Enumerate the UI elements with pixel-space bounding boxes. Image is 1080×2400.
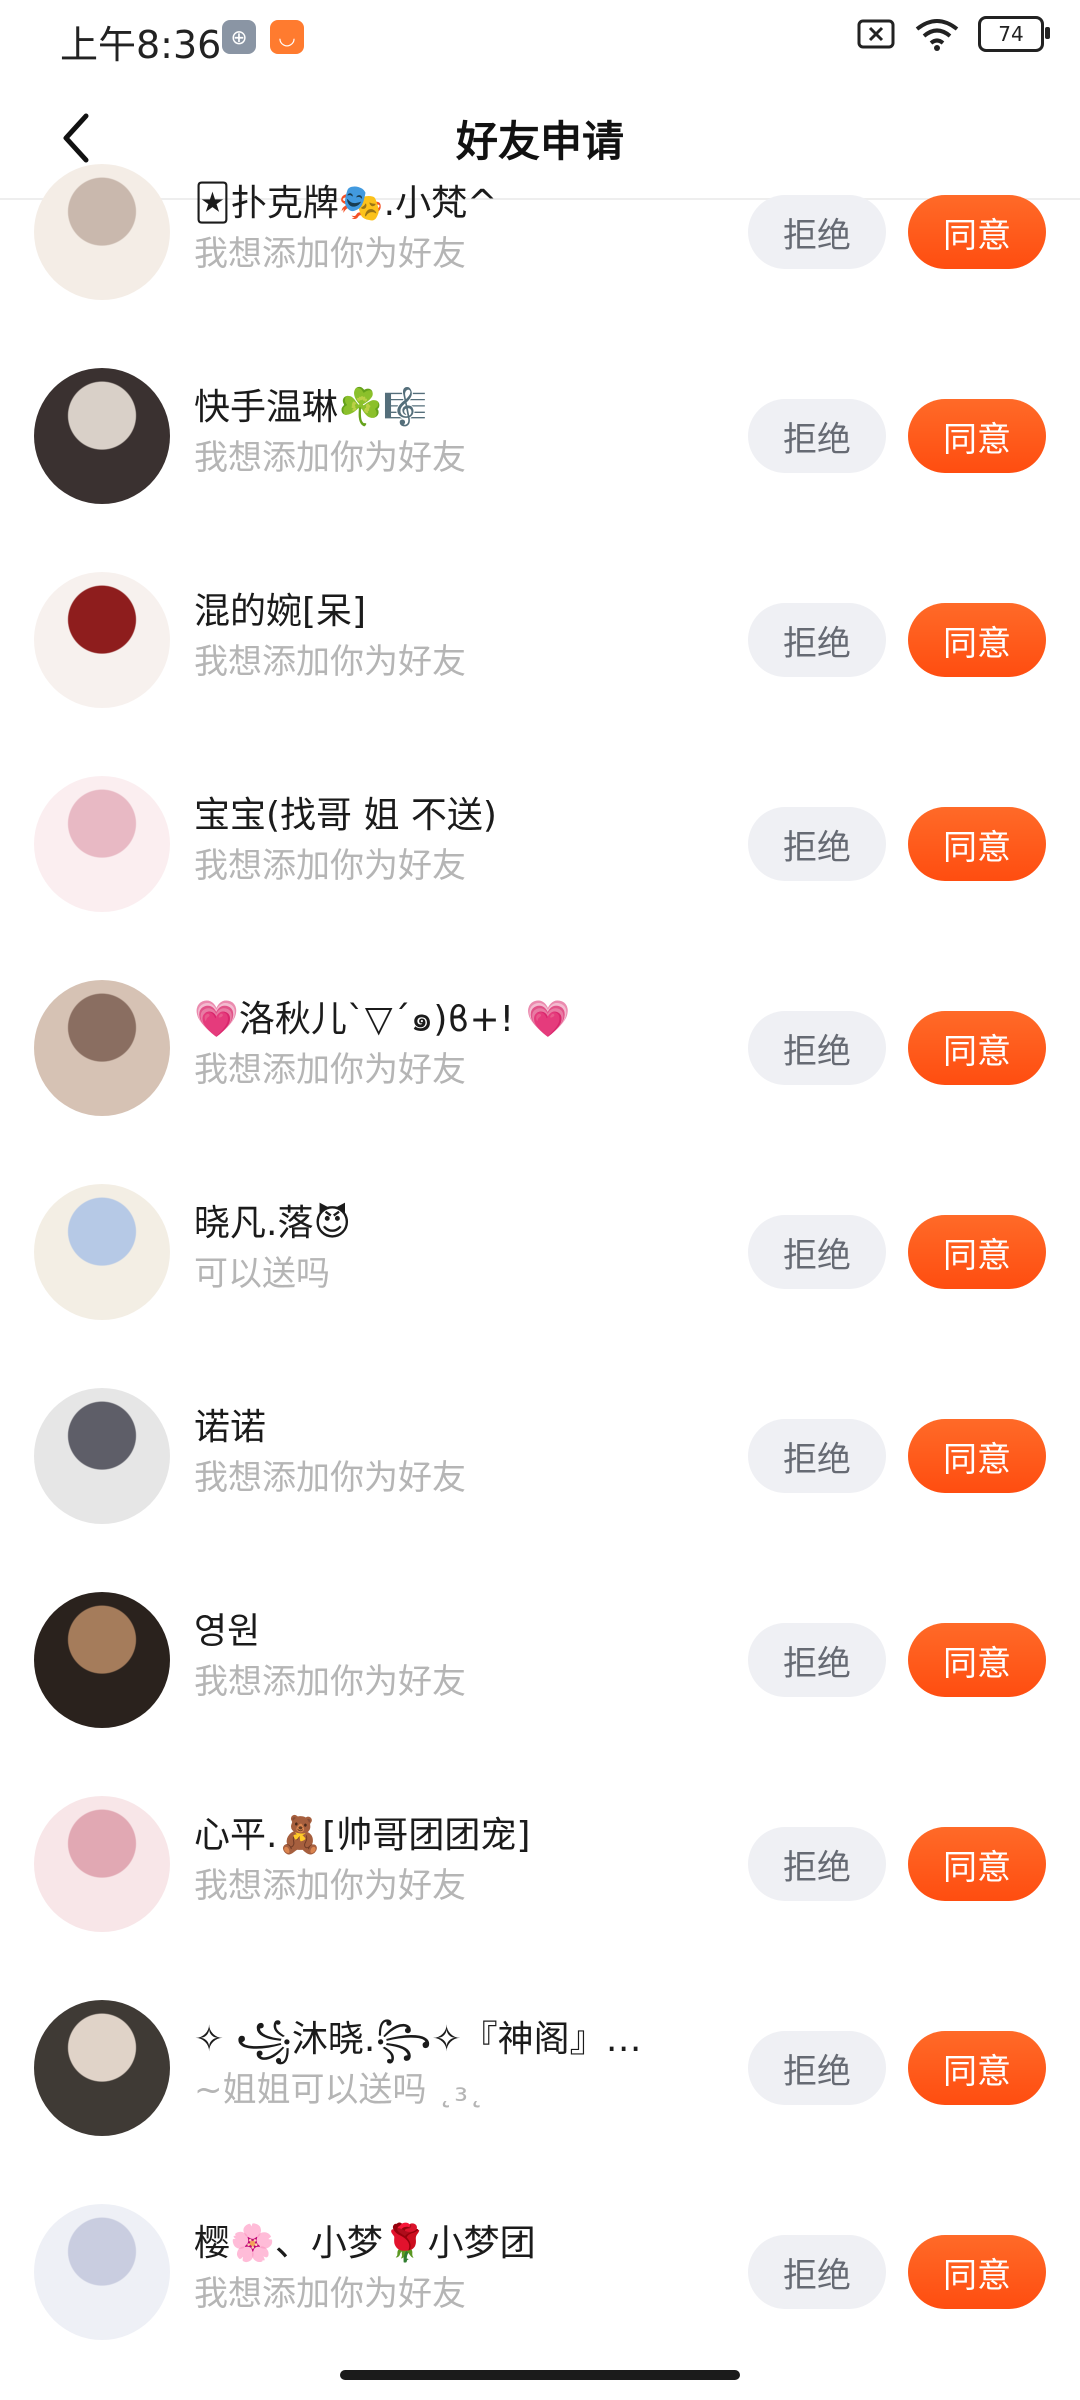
requester-name: 宝宝(找哥 姐 不送) — [194, 795, 497, 836]
request-message: 我想添加你为好友 — [194, 1866, 466, 1906]
friend-request-item[interactable]: 영원 我想添加你为好友 拒绝 同意 — [0, 1558, 1080, 1762]
steering-wheel-icon: ⊕ — [222, 20, 256, 54]
friend-request-item[interactable]: 宝宝(找哥 姐 不送) 我想添加你为好友 拒绝 同意 — [0, 742, 1080, 946]
reject-button[interactable]: 拒绝 — [748, 807, 886, 881]
reject-button[interactable]: 拒绝 — [748, 1623, 886, 1697]
agree-button[interactable]: 同意 — [908, 807, 1046, 881]
friend-request-item[interactable]: ✧ ꧁沐晓.꧂✧『神阁』… ~姐姐可以送吗 ˛₃˛ 拒绝 同意 — [0, 1966, 1080, 2170]
screen-off-icon — [856, 18, 896, 50]
agree-button[interactable]: 同意 — [908, 1827, 1046, 1901]
shopping-bag-icon: ◡ — [270, 20, 304, 54]
request-message: 我想添加你为好友 — [194, 1050, 466, 1090]
agree-button[interactable]: 同意 — [908, 399, 1046, 473]
requester-name: 樱🌸、小梦🌹小梦团 — [194, 2223, 536, 2264]
agree-button[interactable]: 同意 — [908, 2031, 1046, 2105]
reject-button[interactable]: 拒绝 — [748, 399, 886, 473]
friend-request-item[interactable]: 心平.🧸[帅哥团团宠] 我想添加你为好友 拒绝 同意 — [0, 1762, 1080, 1966]
avatar[interactable] — [34, 980, 170, 1116]
agree-button[interactable]: 同意 — [908, 195, 1046, 269]
wifi-icon — [914, 17, 960, 51]
agree-button[interactable]: 同意 — [908, 603, 1046, 677]
friend-request-item[interactable]: 诺诺 我想添加你为好友 拒绝 同意 — [0, 1354, 1080, 1558]
avatar[interactable] — [34, 572, 170, 708]
avatar[interactable] — [34, 1796, 170, 1932]
friend-request-item[interactable]: 晓凡.落😈 可以送吗 拒绝 同意 — [0, 1150, 1080, 1354]
avatar[interactable] — [34, 164, 170, 300]
friend-request-item[interactable]: 混的婉[呆] 我想添加你为好友 拒绝 同意 — [0, 538, 1080, 742]
request-message: 我想添加你为好友 — [194, 234, 466, 274]
request-message: 我想添加你为好友 — [194, 846, 466, 886]
status-bar: 上午8:36 ⊕ ◡ 74 — [0, 0, 1080, 78]
request-message: 我想添加你为好友 — [194, 438, 466, 478]
avatar[interactable] — [34, 2204, 170, 2340]
reject-button[interactable]: 拒绝 — [748, 2031, 886, 2105]
agree-button[interactable]: 同意 — [908, 2235, 1046, 2309]
home-indicator[interactable] — [340, 2370, 740, 2380]
friend-request-item[interactable]: 💗洛秋儿`▽´๑)ϐ+! 💗 我想添加你为好友 拒绝 同意 — [0, 946, 1080, 1150]
requester-name: 快手温琳☘️🎼 — [194, 387, 428, 428]
agree-button[interactable]: 同意 — [908, 1623, 1046, 1697]
agree-button[interactable]: 同意 — [908, 1215, 1046, 1289]
requester-name: 晓凡.落😈 — [194, 1203, 351, 1244]
friend-request-item[interactable]: 快手温琳☘️🎼 我想添加你为好友 拒绝 同意 — [0, 334, 1080, 538]
agree-button[interactable]: 同意 — [908, 1011, 1046, 1085]
reject-button[interactable]: 拒绝 — [748, 1419, 886, 1493]
requester-name: 💗洛秋儿`▽´๑)ϐ+! 💗 — [194, 999, 571, 1040]
battery-icon: 74 — [978, 16, 1050, 52]
reject-button[interactable]: 拒绝 — [748, 1215, 886, 1289]
friend-request-item[interactable]: 樱🌸、小梦🌹小梦团 我想添加你为好友 拒绝 同意 — [0, 2170, 1080, 2374]
avatar[interactable] — [34, 1592, 170, 1728]
agree-button[interactable]: 同意 — [908, 1419, 1046, 1493]
reject-button[interactable]: 拒绝 — [748, 1011, 886, 1085]
avatar[interactable] — [34, 368, 170, 504]
requester-name: 混的婉[呆] — [194, 591, 367, 632]
requester-name: 心平.🧸[帅哥团团宠] — [194, 1815, 531, 1856]
avatar[interactable] — [34, 2000, 170, 2136]
avatar[interactable] — [34, 776, 170, 912]
request-message: 可以送吗 — [194, 1254, 330, 1294]
reject-button[interactable]: 拒绝 — [748, 603, 886, 677]
reject-button[interactable]: 拒绝 — [748, 195, 886, 269]
reject-button[interactable]: 拒绝 — [748, 2235, 886, 2309]
request-message: 我想添加你为好友 — [194, 2274, 466, 2314]
avatar[interactable] — [34, 1184, 170, 1320]
requester-name: 诺诺 — [194, 1407, 267, 1448]
request-message: 我想添加你为好友 — [194, 642, 466, 682]
request-message: ~姐姐可以送吗 ˛₃˛ — [194, 2070, 485, 2110]
requester-name: 🃏扑克牌🎭.小梵^ — [194, 183, 498, 224]
status-time: 上午8:36 — [60, 23, 222, 67]
avatar[interactable] — [34, 1388, 170, 1524]
request-message: 我想添加你为好友 — [194, 1662, 466, 1702]
friend-request-item[interactable]: 🃏扑克牌🎭.小梵^ 我想添加你为好友 拒绝 同意 — [0, 130, 1080, 334]
request-message: 我想添加你为好友 — [194, 1458, 466, 1498]
reject-button[interactable]: 拒绝 — [748, 1827, 886, 1901]
requester-name: 영원 — [194, 1611, 261, 1652]
